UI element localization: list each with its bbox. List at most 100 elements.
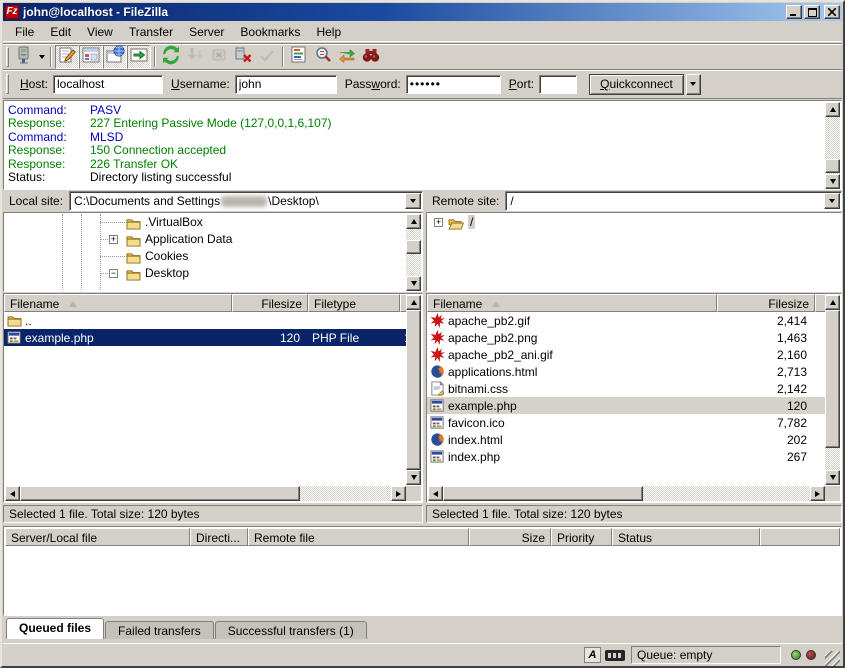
data-type-indicator-icon[interactable]: A <box>584 647 601 663</box>
tree-item-desktop[interactable]: −Desktop <box>5 265 421 282</box>
find-files-button[interactable] <box>359 45 383 69</box>
quickconnect-grip[interactable] <box>6 74 9 94</box>
queue-column-label: Size <box>522 531 545 545</box>
minimize-button[interactable] <box>786 5 802 19</box>
expand-icon[interactable]: + <box>109 235 118 244</box>
password-input[interactable] <box>406 75 501 94</box>
file-row-applications-html[interactable]: applications.html2,713 <box>427 363 826 380</box>
file-row--[interactable]: .. <box>4 312 407 329</box>
file-type-cell: PHP File <box>308 331 400 345</box>
log-scroll-thumb[interactable] <box>825 159 840 173</box>
column-header-filesize[interactable]: Filesize <box>232 294 308 312</box>
tree-item-cookies[interactable]: Cookies <box>5 248 421 265</box>
local-list-scroll-left-button[interactable] <box>5 486 20 501</box>
username-input[interactable] <box>235 75 337 94</box>
file-name: apache_pb2_ani.gif <box>448 348 553 362</box>
file-row-apache-pb2-gif[interactable]: apache_pb2.gif2,414 <box>427 312 826 329</box>
remote-list-scroll-thumb[interactable] <box>825 310 840 448</box>
maximize-button[interactable] <box>804 5 820 19</box>
local-path: C:\Documents and Settings\Desktop\ <box>74 194 319 208</box>
synchronized-browsing-button[interactable] <box>335 45 359 69</box>
file-row-example-php[interactable]: example.php120PHP File1 <box>4 329 407 346</box>
tab-successful-transfers-1-[interactable]: Successful transfers (1) <box>215 621 367 639</box>
remote-list-scroll-track[interactable] <box>825 448 840 470</box>
refresh-button[interactable] <box>159 45 183 69</box>
toggle-local-tree-button[interactable] <box>79 45 103 69</box>
menu-view[interactable]: View <box>79 23 121 41</box>
menu-server[interactable]: Server <box>181 23 232 41</box>
log-line: Response:226 Transfer OK <box>8 157 823 170</box>
toolbar-grip[interactable] <box>6 47 9 67</box>
local-tree-scroll-down-button[interactable] <box>406 276 421 291</box>
tree-item-application-data[interactable]: +Application Data <box>5 231 421 248</box>
local-tree-scroll-thumb[interactable] <box>406 240 421 254</box>
file-row-apache-pb2-png[interactable]: apache_pb2.png1,463 <box>427 329 826 346</box>
file-size-cell: 202 <box>717 433 815 447</box>
file-row-example-php[interactable]: example.php120 <box>427 397 826 414</box>
title-bar[interactable]: Fz john@localhost - FileZilla <box>3 3 842 21</box>
remote-list-hscroll-thumb[interactable] <box>443 486 643 501</box>
quickconnect-button[interactable]: Quickconnect <box>589 74 684 95</box>
host-input[interactable] <box>53 75 163 94</box>
menu-transfer[interactable]: Transfer <box>121 23 181 41</box>
queue-column-directi-[interactable]: Directi... <box>190 528 248 546</box>
column-header-filetype[interactable]: Filetype <box>308 294 400 312</box>
disconnect-button[interactable] <box>231 45 255 69</box>
log-line: Response:150 Connection accepted <box>8 143 823 156</box>
toggle-remote-tree-button[interactable] <box>103 45 127 69</box>
local-list-scroll-down-button[interactable] <box>406 470 421 485</box>
tab-queued-files[interactable]: Queued files <box>6 618 104 639</box>
toggle-message-log-button[interactable] <box>55 45 79 69</box>
tree-item--virtualbox[interactable]: .VirtualBox <box>5 214 421 231</box>
close-button[interactable] <box>824 5 840 19</box>
file-row-favicon-ico[interactable]: favicon.ico7,782 <box>427 414 826 431</box>
menu-help[interactable]: Help <box>308 23 349 41</box>
file-row-index-html[interactable]: index.html202 <box>427 431 826 448</box>
local-list-scroll-thumb[interactable] <box>406 310 421 470</box>
quickconnect-dropdown-button[interactable] <box>686 74 701 95</box>
directory-filters-button[interactable] <box>287 45 311 69</box>
file-row-apache-pb2-ani-gif[interactable]: apache_pb2_ani.gif2,160 <box>427 346 826 363</box>
queue-column-status[interactable]: Status <box>612 528 760 546</box>
remote-site-combo[interactable]: / <box>505 191 842 211</box>
tree-item-root[interactable]: +/ <box>428 214 840 231</box>
menu-file[interactable]: File <box>7 23 42 41</box>
queue-column-size[interactable]: Size <box>469 528 551 546</box>
menu-bookmarks[interactable]: Bookmarks <box>232 23 308 41</box>
local-site-combo[interactable]: C:\Documents and Settings\Desktop\ <box>69 191 423 211</box>
directory-comparison-button[interactable] <box>311 45 335 69</box>
log-scroll-up-button[interactable] <box>825 102 840 117</box>
toggle-remote-tree-icon <box>105 45 125 68</box>
queue-column-priority[interactable]: Priority <box>551 528 612 546</box>
tab-failed-transfers[interactable]: Failed transfers <box>105 621 214 639</box>
file-name-cell: apache_pb2_ani.gif <box>427 347 717 363</box>
file-row-bitnami-css[interactable]: bitnami.css2,142 <box>427 380 826 397</box>
local-list-scroll-right-button[interactable] <box>391 486 406 501</box>
speed-limit-icon[interactable] <box>605 650 625 661</box>
collapse-icon[interactable]: − <box>109 269 118 278</box>
file-row-index-php[interactable]: index.php267 <box>427 448 826 465</box>
port-label: Port: <box>509 77 534 91</box>
column-header-filename[interactable]: Filename <box>4 294 232 312</box>
local-list-hscroll-thumb[interactable] <box>20 486 300 501</box>
toggle-queue-button[interactable] <box>127 45 151 69</box>
menu-edit[interactable]: Edit <box>42 23 79 41</box>
expand-icon[interactable]: + <box>434 218 443 227</box>
column-header-filename[interactable]: Filename <box>427 294 717 312</box>
local-tree-scroll-up-button[interactable] <box>406 214 421 229</box>
remote-list-scroll-left-button[interactable] <box>428 486 443 501</box>
remote-list-scroll-down-button[interactable] <box>825 470 840 485</box>
queue-column-remote-file[interactable]: Remote file <box>248 528 469 546</box>
local-list-scroll-up-button[interactable] <box>406 295 421 310</box>
log-scroll-down-button[interactable] <box>825 174 840 189</box>
local-site-dropdown-button[interactable] <box>405 193 421 209</box>
queue-column-server-local-file[interactable]: Server/Local file <box>5 528 190 546</box>
port-input[interactable] <box>539 75 577 94</box>
remote-list-scroll-right-button[interactable] <box>810 486 825 501</box>
remote-list-scroll-up-button[interactable] <box>825 295 840 310</box>
resize-grip[interactable] <box>825 651 840 666</box>
site-manager-dropdown-button[interactable] <box>36 46 47 68</box>
remote-site-dropdown-button[interactable] <box>824 193 840 209</box>
site-manager-button[interactable] <box>12 45 36 69</box>
column-header-filesize[interactable]: Filesize <box>717 294 815 312</box>
